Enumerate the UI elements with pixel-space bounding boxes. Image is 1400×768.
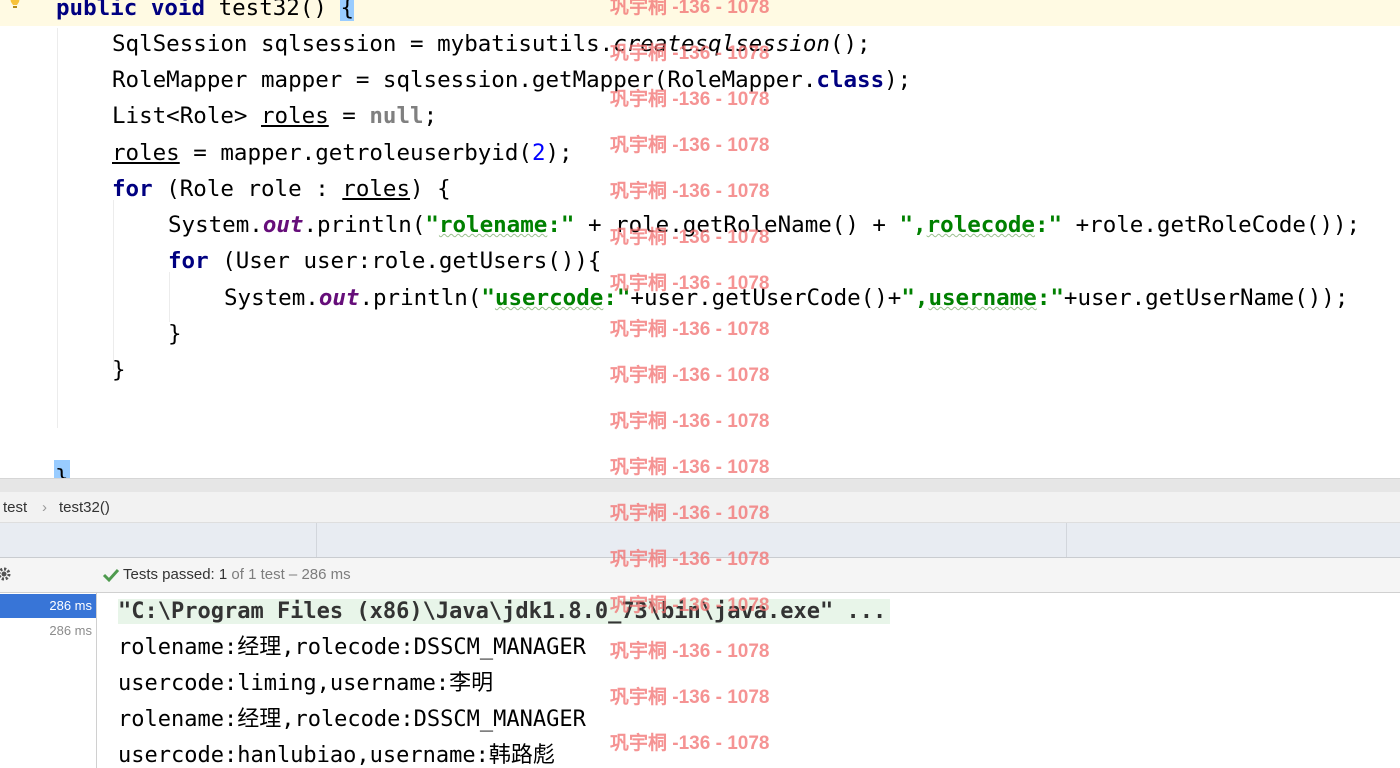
code-token: + role.getRoleName() +	[574, 212, 900, 238]
test-tree: 286 ms 286 ms	[0, 593, 97, 768]
code-token: RoleMapper mapper = sqlsession.getMapper…	[112, 67, 817, 93]
code-token: "	[481, 285, 495, 311]
header-divider	[1066, 523, 1067, 557]
code-line[interactable]: for (User user:role.getUsers()){	[168, 243, 601, 279]
breadcrumb-separator: ›	[42, 499, 47, 516]
code-line[interactable]: for (Role role : roles) {	[112, 171, 451, 207]
indent-guide	[169, 272, 170, 322]
code-token: List<Role>	[112, 103, 262, 129]
code-token: 2	[531, 140, 546, 166]
code-token: rolename	[438, 212, 548, 238]
code-line[interactable]: RoleMapper mapper = sqlsession.getMapper…	[112, 62, 911, 98]
code-token: out	[262, 212, 304, 238]
code-token: createsqlsession	[613, 31, 830, 57]
code-token: );	[884, 67, 912, 93]
code-token: );	[545, 140, 573, 166]
code-line[interactable]: }	[168, 316, 182, 352]
code-token: System.	[224, 285, 319, 311]
header-divider	[316, 523, 317, 557]
indent-guide	[113, 200, 114, 370]
code-token: class	[816, 67, 885, 93]
status-detail: of 1 test – 286 ms	[227, 566, 351, 583]
code-line[interactable]: }	[112, 352, 126, 388]
code-token: +user.getUserName());	[1063, 285, 1349, 311]
breadcrumb-item-class[interactable]: test	[3, 499, 27, 516]
code-token: rolecode	[926, 212, 1035, 238]
console-output[interactable]: "C:\Program Files (x86)\Java\jdk1.8.0_73…	[97, 593, 1400, 768]
code-token: = mapper.getroleuserbyid(	[179, 140, 532, 166]
test-tree-row-root[interactable]: 286 ms	[0, 594, 96, 618]
code-line[interactable]: System.out.println("rolename:" + role.ge…	[168, 207, 1360, 243]
code-token: usercode	[494, 285, 604, 311]
console-line: rolename:经理,rolecode:DSSCM_MANAGER	[118, 635, 586, 660]
code-token: {	[340, 0, 355, 21]
tests-passed-status: Tests passed: 1 of 1 test – 286 ms	[123, 566, 351, 583]
console-command-line: "C:\Program Files (x86)\Java\jdk1.8.0_73…	[118, 599, 891, 624]
code-line[interactable]: System.out.println("usercode:"+user.getU…	[224, 280, 1348, 316]
code-token: void	[150, 0, 219, 21]
code-token: .println(	[303, 212, 426, 238]
code-token: roles	[261, 103, 329, 129]
code-token: ",	[899, 212, 927, 238]
code-token: ) {	[410, 176, 451, 202]
lightbulb-icon[interactable]	[8, 0, 22, 10]
indent-guide	[57, 28, 58, 428]
code-token: ;	[423, 103, 438, 129]
code-token: public	[56, 0, 151, 21]
status-prefix: Tests passed:	[123, 566, 219, 583]
gear-icon[interactable]	[0, 566, 12, 582]
code-token: username	[928, 285, 1037, 311]
run-tool-window-header	[0, 523, 1400, 558]
code-line[interactable]: public void test32() {	[56, 0, 355, 26]
code-token: :"	[1036, 285, 1064, 311]
console-line: rolename:经理,rolecode:DSSCM_MANAGER	[118, 707, 586, 732]
editor-bottom-strip	[0, 478, 1400, 493]
code-token: :"	[603, 285, 631, 311]
test-tree-row-test32[interactable]: 286 ms	[0, 619, 96, 643]
code-line[interactable]: SqlSession sqlsession = mybatisutils.cre…	[112, 26, 871, 62]
code-token: test32()	[218, 0, 341, 21]
code-token: ();	[829, 31, 871, 57]
code-token: :"	[1034, 212, 1063, 238]
code-token: (User user:role.getUsers()){	[222, 248, 602, 274]
code-token: System.	[168, 212, 263, 238]
code-token: =	[328, 103, 370, 129]
check-icon	[102, 568, 120, 583]
code-token: }	[168, 321, 182, 347]
code-token: +user.getUserCode()+	[630, 285, 902, 311]
passed-count: 1	[218, 566, 228, 583]
code-token: :"	[547, 212, 575, 238]
code-token: ",	[901, 285, 929, 311]
console-line: usercode:hanlubiao,username:韩路彪	[118, 743, 555, 768]
code-token: for	[168, 248, 223, 274]
code-token: }	[112, 357, 126, 383]
breadcrumb-item-method[interactable]: test32()	[59, 499, 110, 516]
code-token: +role.getRoleCode());	[1062, 212, 1361, 238]
code-token: null	[369, 103, 424, 129]
code-line[interactable]: roles = mapper.getroleuserbyid(2);	[112, 135, 573, 171]
console-line: usercode:liming,username:李明	[118, 671, 494, 696]
code-token: SqlSession sqlsession = mybatisutils.	[112, 31, 614, 57]
breadcrumb: test › test32()	[0, 492, 1400, 523]
code-token: out	[318, 285, 360, 311]
code-token: "	[425, 212, 439, 238]
code-editor[interactable]: public void test32() {SqlSession sqlsess…	[0, 0, 1400, 482]
code-token: .println(	[359, 285, 482, 311]
code-token: roles	[342, 176, 411, 202]
code-token: roles	[112, 140, 180, 166]
code-token: for	[112, 176, 167, 202]
code-token: (Role role :	[166, 176, 343, 202]
code-line[interactable]: List<Role> roles = null;	[112, 98, 437, 134]
test-results-toolbar: Tests passed: 1 of 1 test – 286 ms	[0, 558, 1400, 593]
